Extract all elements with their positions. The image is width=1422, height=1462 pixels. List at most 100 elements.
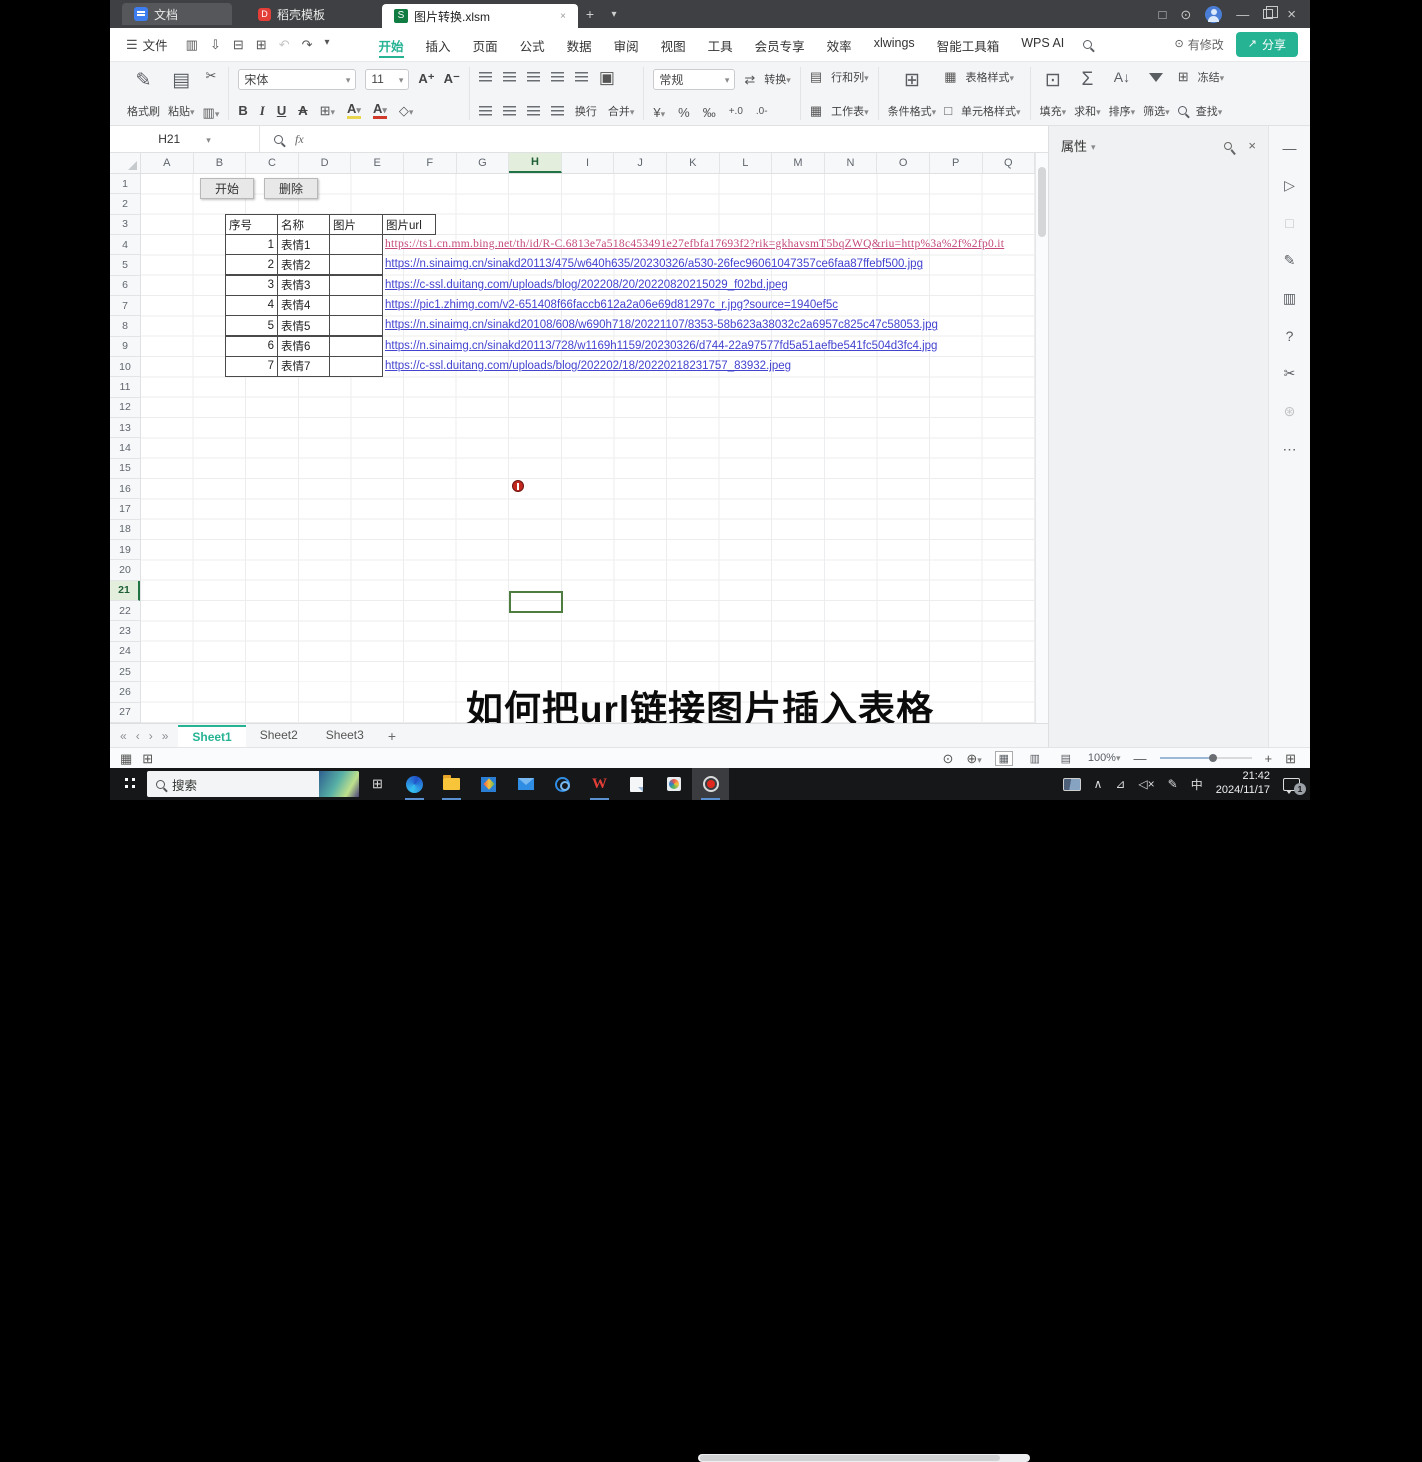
strikethrough-icon[interactable]: A [298, 103, 307, 118]
freeze-button[interactable]: 冻结 [1198, 69, 1225, 85]
cell-image[interactable] [329, 356, 383, 377]
taskbar-nearby-share-icon[interactable] [544, 768, 581, 800]
print-preview-icon[interactable]: ⊞ [256, 38, 267, 51]
macro-start-button[interactable]: 开始 [200, 178, 254, 199]
row-header[interactable]: 4 [110, 235, 140, 255]
cell-name[interactable]: 表情6 [277, 336, 330, 357]
borders-icon[interactable]: ⊞ [320, 104, 335, 117]
row-header[interactable]: 18 [110, 520, 140, 540]
fill-button[interactable]: ⊡ 填充 [1040, 69, 1067, 119]
row-header[interactable]: 2 [110, 194, 140, 214]
increase-font-icon[interactable]: A⁺ [418, 71, 434, 87]
export-icon[interactable]: ⇩ [210, 38, 221, 51]
horizontal-scrollbar-thumb[interactable] [700, 1455, 1000, 1461]
task-view-icon[interactable]: ⊞ [359, 768, 396, 800]
sheet-tab[interactable]: Sheet3 [312, 725, 378, 747]
tab-list-dropdown-icon[interactable]: ▾ [602, 9, 626, 20]
vertical-scrollbar[interactable] [1035, 153, 1048, 723]
row-header[interactable]: 20 [110, 560, 140, 580]
column-header[interactable]: K [667, 153, 720, 173]
cell-name[interactable]: 表情5 [277, 315, 330, 336]
cell-image[interactable] [329, 336, 383, 357]
number-format-select[interactable]: 常规 [653, 69, 735, 90]
taskbar-file-explorer-icon[interactable] [433, 768, 470, 800]
convert-button[interactable]: 转换 [764, 71, 791, 87]
tray-chevron-up-icon[interactable]: ∧ [1094, 777, 1103, 791]
help-icon[interactable]: ? [1286, 328, 1294, 344]
account-avatar[interactable] [1205, 6, 1222, 23]
header-cell-name[interactable]: 名称 [277, 214, 330, 235]
signature-icon[interactable]: ✎ [1284, 252, 1296, 269]
close-icon[interactable]: × [1287, 7, 1296, 22]
page-layout-view-icon[interactable]: ▥ [1026, 751, 1044, 766]
cell-image[interactable] [329, 275, 383, 296]
ime-indicator[interactable]: 中 [1191, 776, 1203, 793]
cell-url-link[interactable]: https://ts1.cn.mm.bing.net/th/id/R-C.681… [385, 234, 1035, 255]
print-icon[interactable]: ⊟ [233, 38, 244, 51]
ribbon-tab[interactable]: xlwings [865, 29, 924, 60]
row-header[interactable]: 26 [110, 682, 140, 702]
column-header[interactable]: Q [983, 153, 1036, 173]
zoom-out-icon[interactable]: — [1134, 752, 1147, 765]
row-header[interactable]: 24 [110, 642, 140, 662]
cell-number[interactable]: 1 [225, 234, 278, 255]
bold-icon[interactable]: B [238, 103, 247, 118]
ribbon-tab[interactable]: 数据 [558, 29, 601, 60]
cell-image[interactable] [329, 315, 383, 336]
filter-button[interactable]: 筛选 [1143, 69, 1170, 119]
row-header[interactable]: 8 [110, 316, 140, 336]
macro-record-icon[interactable]: ⊞ [142, 752, 153, 765]
ribbon-tab[interactable]: 会员专享 [746, 29, 814, 60]
taskbar-search[interactable]: 搜索 [147, 771, 359, 797]
column-header[interactable]: A [141, 153, 194, 173]
row-header[interactable]: 23 [110, 621, 140, 641]
wrap-button[interactable]: 换行 [575, 103, 597, 119]
column-header[interactable]: N [825, 153, 878, 173]
column-header[interactable]: F [404, 153, 457, 173]
cell-name[interactable]: 表情1 [277, 234, 330, 255]
font-size-select[interactable]: 11 [365, 69, 409, 90]
read-mode-icon[interactable]: ▥ [1283, 290, 1296, 307]
currency-icon[interactable]: ¥ [653, 106, 665, 119]
zoom-level[interactable]: 100% [1088, 752, 1121, 764]
cell-number[interactable]: 2 [225, 254, 278, 275]
cell-number[interactable]: 4 [225, 295, 278, 316]
cell-mode-icon[interactable]: ▦ [120, 752, 132, 765]
taskbar-mail-icon[interactable] [507, 768, 544, 800]
zoom-in-icon[interactable]: + [1265, 752, 1273, 765]
cell-image[interactable] [329, 254, 383, 275]
row-header[interactable]: 22 [110, 601, 140, 621]
align-center-icon[interactable] [503, 106, 516, 116]
skin-settings-icon[interactable]: ⊙ [1180, 8, 1191, 21]
ribbon-tab[interactable]: 开始 [370, 29, 413, 60]
row-header[interactable]: 7 [110, 296, 140, 316]
increase-decimal-icon[interactable]: +.0 [729, 107, 743, 117]
percent-icon[interactable]: % [678, 106, 690, 119]
file-menu-button[interactable]: ☰ 文件 [116, 35, 178, 54]
collapse-panel-icon[interactable]: — [1283, 140, 1297, 156]
font-name-select[interactable]: 宋体 [238, 69, 356, 90]
align-middle-icon[interactable] [503, 72, 516, 82]
row-header[interactable]: 15 [110, 459, 140, 479]
cell-url-link[interactable]: https://n.sinaimg.cn/sinakd20108/608/w69… [385, 315, 1035, 336]
column-header[interactable]: M [772, 153, 825, 173]
panel-close-icon[interactable]: × [1248, 138, 1256, 153]
column-header[interactable]: G [457, 153, 510, 173]
ribbon-tab[interactable]: 页面 [464, 29, 507, 60]
copy-icon[interactable]: ▥ [203, 106, 220, 119]
cell-url-link[interactable]: https://c-ssl.duitang.com/uploads/blog/2… [385, 275, 1035, 296]
column-header[interactable]: E [351, 153, 404, 173]
horizontal-scrollbar[interactable] [698, 1454, 1030, 1462]
zoom-slider[interactable] [1160, 757, 1252, 759]
column-header[interactable]: P [930, 153, 983, 173]
cell-name[interactable]: 表情7 [277, 356, 330, 377]
row-header[interactable]: 3 [110, 215, 140, 235]
ribbon-tab[interactable]: 效率 [818, 29, 861, 60]
ribbon-tab[interactable]: 视图 [652, 29, 695, 60]
taskbar-paint-icon[interactable] [655, 768, 692, 800]
cut-icon[interactable]: ✂ [203, 69, 220, 82]
readonly-eye-icon[interactable]: ⊙ [942, 752, 953, 765]
macro-delete-button[interactable]: 删除 [264, 178, 318, 199]
row-header[interactable]: 16 [110, 479, 140, 499]
fx-icon[interactable]: fx [295, 132, 304, 147]
